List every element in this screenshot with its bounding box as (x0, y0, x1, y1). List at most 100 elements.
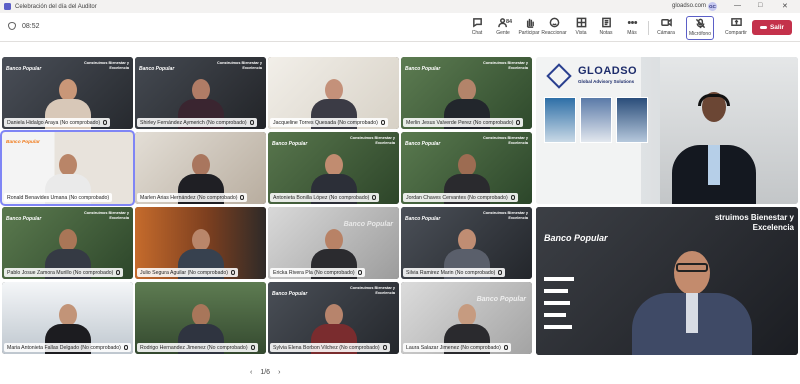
teams-icon (4, 3, 11, 10)
more-button[interactable]: Más (618, 16, 646, 40)
participant-name: Jordan Chaves Cervantes (No comprobado) (403, 193, 518, 202)
video-tile[interactable]: Banco Popular Construimos Bienestar y Ex… (401, 207, 532, 279)
participant-name: Daniela Hidalgo Araya (No comprobado) (4, 118, 111, 127)
featured-video-tile[interactable]: GLOADSO Global Advisory Solutions (536, 57, 798, 204)
mic-off-icon (250, 345, 255, 350)
participant-name: Ronald Benavides Umana (No comprobado) (4, 193, 113, 202)
page-indicator: 1/6 (260, 369, 271, 376)
notes-button[interactable]: Notas (592, 16, 620, 40)
speaker-video (674, 251, 710, 295)
phone-icon (759, 26, 767, 29)
microphone-label: Micrófono (689, 31, 711, 37)
banner-text: Construimos Bienestar y Excelencia (350, 286, 395, 295)
mic-off-icon (498, 270, 503, 275)
raise-hand-button[interactable]: Participar (515, 16, 543, 40)
mic-off-icon (503, 345, 508, 350)
leave-button[interactable]: Salir (752, 20, 792, 35)
banco-popular-logo: Banco Popular (6, 216, 42, 222)
mic-off-icon (357, 270, 362, 275)
video-tile[interactable]: Marlen Arias Hernández (No comprobado) (135, 132, 266, 204)
banco-popular-logo: Banco Popular (544, 233, 608, 243)
chat-icon (471, 16, 483, 28)
camera-button[interactable]: Cámara (652, 16, 680, 40)
avatar[interactable]: GC (708, 2, 717, 11)
microphone-off-icon (694, 17, 706, 29)
meeting-timer: 08:52 (8, 22, 40, 30)
banner-text: struimos Bienestar y Excelencia (714, 213, 794, 232)
featured-video-tile[interactable]: Banco Popular struimos Bienestar y Excel… (536, 207, 798, 355)
video-tile[interactable]: Banco Popular Construimos Bienestar y Ex… (401, 57, 532, 129)
minimize-button[interactable]: — (734, 2, 741, 9)
poster-image (580, 97, 612, 143)
share-button[interactable]: Compartir (722, 16, 750, 40)
video-tile[interactable]: Banco Popular Construimos Bienestar y Ex… (268, 132, 399, 204)
banner-text: Construimos Bienestar y Excelencia (483, 211, 528, 220)
banner-text: Construimos Bienestar y Excelencia (84, 61, 129, 70)
participants-count: 84 (506, 19, 513, 25)
participant-name: Antonieta Bonilla López (No comprobado) (270, 193, 380, 202)
video-tile[interactable]: Banco Popular Laura Salazar Jimenez (No … (401, 282, 532, 354)
window-title: Celebración del día del Auditor (15, 3, 97, 10)
share-label: Compartir (725, 30, 747, 36)
view-label: Vista (575, 30, 587, 36)
timer-text: 08:52 (22, 22, 40, 30)
banco-popular-logo: Banco Popular (139, 66, 175, 72)
video-tile[interactable]: Jacqueline Torres Quesada (No comprobado… (268, 57, 399, 129)
share-icon (730, 16, 742, 28)
next-page-button[interactable]: › (278, 369, 280, 376)
banner-text: Construimos Bienestar y Excelencia (483, 61, 528, 70)
mic-off-icon (123, 345, 128, 350)
participant-name: Ericka Rivera Pla (No comprobado) (270, 268, 365, 277)
participant-name: Jacqueline Torres Quesada (No comprobado… (270, 118, 388, 127)
video-tile[interactable]: Banco Popular Construimos Bienestar y Ex… (2, 207, 133, 279)
maximize-button[interactable]: □ (758, 2, 762, 9)
mic-off-icon (249, 120, 254, 125)
video-tile[interactable]: Rodrigo Hernandez Jimenez (No comprobado… (135, 282, 266, 354)
mic-off-icon (516, 120, 521, 125)
banner-text: Construimos Bienestar y Excelencia (350, 136, 395, 145)
mic-off-icon (372, 195, 377, 200)
mic-off-icon (103, 120, 108, 125)
chat-button[interactable]: Chat (463, 16, 491, 40)
video-tile[interactable]: Banco Popular Ronald Benavides Umana (No… (0, 130, 135, 206)
participant-name: Maria Antonieta Fallas Delgado (No compr… (4, 343, 131, 352)
video-tile[interactable]: Banco Popular Construimos Bienestar y Ex… (2, 57, 133, 129)
notes-label: Notas (599, 30, 613, 36)
video-tile[interactable]: Julio Segura Aguilar (No comprobado) (135, 207, 266, 279)
participant-name: Julio Segura Aguilar (No comprobado) (137, 268, 238, 277)
video-tile[interactable]: Banco Popular Ericka Rivera Pla (No comp… (268, 207, 399, 279)
meeting-stage: Banco Popular Construimos Bienestar y Ex… (0, 43, 800, 384)
people-button[interactable]: 84 Gente (489, 16, 517, 40)
raise-hand-label: Participar (518, 30, 540, 36)
video-tile[interactable]: Banco Popular Construimos Bienestar y Ex… (268, 282, 399, 354)
video-tile[interactable]: Banco Popular Construimos Bienestar y Ex… (135, 57, 266, 129)
meeting-toolbar: 08:52 Chat 84 Gente Participar Reacciona… (0, 13, 800, 42)
participant-name: Silvia Ramirez Marin (No comprobado) (403, 268, 506, 277)
video-tile[interactable]: Maria Antonieta Fallas Delgado (No compr… (2, 282, 133, 354)
banco-popular-logo: Banco Popular (405, 66, 441, 72)
host-label: gloadso.com (672, 3, 707, 9)
banco-popular-logo: Banco Popular (272, 291, 308, 297)
camera-label: Cámara (657, 30, 675, 36)
gloadso-subtitle: Global Advisory Solutions (578, 79, 635, 84)
people-label: Gente (496, 30, 510, 36)
prev-page-button[interactable]: ‹ (250, 369, 252, 376)
participant-name: Laura Salazar Jimenez (No comprobado) (403, 343, 511, 352)
toolbar-divider (648, 21, 649, 35)
view-button[interactable]: Vista (567, 16, 595, 40)
banner-text: Construimos Bienestar y Excelencia (217, 61, 262, 70)
mic-off-icon (116, 270, 121, 275)
close-window-button[interactable]: ✕ (782, 2, 788, 10)
video-tile[interactable]: Banco Popular Construimos Bienestar y Ex… (401, 132, 532, 204)
react-button[interactable]: Reaccionar (540, 16, 568, 40)
banco-popular-logo: Banco Popular (6, 66, 42, 72)
banco-popular-logo: Banco Popular (405, 141, 441, 147)
banco-popular-logo: Banco Popular (272, 141, 308, 147)
raise-hand-icon (523, 16, 535, 28)
camera-icon (660, 16, 672, 28)
microphone-button[interactable]: Micrófono (686, 16, 714, 40)
poster-image (616, 97, 648, 143)
gloadso-title: GLOADSO (578, 65, 638, 77)
participant-name: Rodrigo Hernandez Jimenez (No comprobado… (137, 343, 258, 352)
mic-off-icon (382, 345, 387, 350)
